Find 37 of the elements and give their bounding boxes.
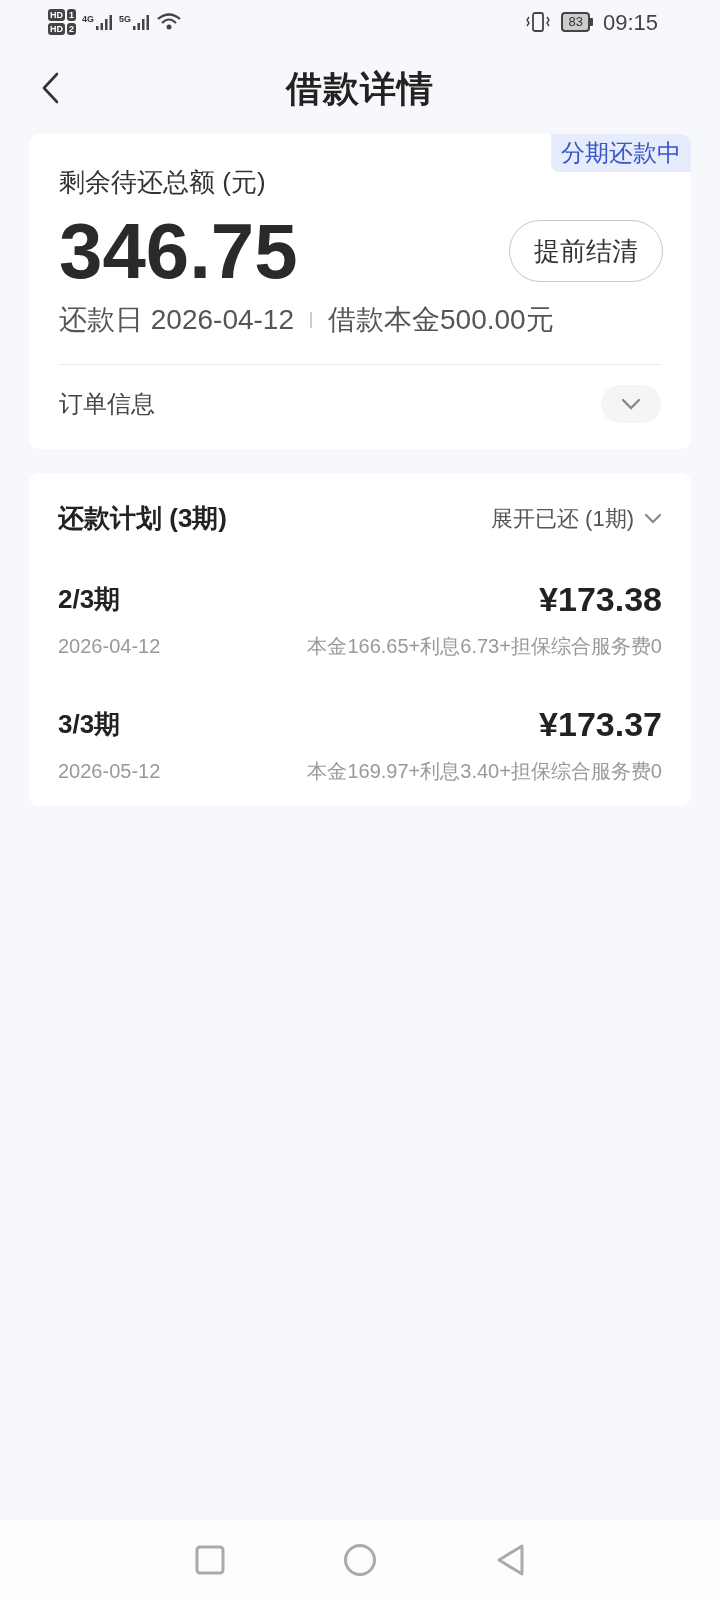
amount-breakdown: 本金166.65+利息6.73+担保综合服务费0 xyxy=(307,634,662,659)
home-icon[interactable] xyxy=(343,1543,377,1577)
loan-principal: 借款本金500.00元 xyxy=(328,303,554,337)
sim-slot: 2 xyxy=(67,23,76,35)
battery-level: 83 xyxy=(561,12,590,32)
period-label: 3/3期 xyxy=(58,708,121,741)
clock-time: 09:15 xyxy=(602,8,658,37)
order-info-label: 订单信息 xyxy=(59,389,155,419)
network-label: 4G xyxy=(82,15,95,24)
sim-badge: HD xyxy=(48,23,65,35)
page-title: 借款详情 xyxy=(286,67,434,111)
sim-badge: HD xyxy=(48,9,65,21)
battery-cap xyxy=(589,18,593,26)
sim-slot: 1 xyxy=(67,9,76,21)
status-tag: 分期还款中 xyxy=(551,134,691,172)
network-label: 5G xyxy=(119,15,132,24)
amount-label: 剩余待还总额 (元) xyxy=(59,166,267,199)
back-icon xyxy=(41,72,59,104)
wifi-icon xyxy=(156,12,183,32)
remaining-amount: 346.75 xyxy=(59,208,298,294)
expand-button[interactable] xyxy=(601,385,661,423)
chevron-down-icon xyxy=(621,398,641,410)
chevron-down-icon xyxy=(644,513,662,524)
installment-amount: ¥173.38 xyxy=(539,579,662,620)
vibrate-icon xyxy=(525,11,552,33)
installment-amount: ¥173.37 xyxy=(539,704,662,745)
due-date: 2026-05-12 xyxy=(58,759,161,784)
due-date: 2026-04-12 xyxy=(58,634,161,659)
plan-title: 还款计划 (3期) xyxy=(58,502,227,535)
signal-icon xyxy=(95,13,114,31)
period-label: 2/3期 xyxy=(58,583,121,616)
signal-icon xyxy=(132,13,151,31)
expand-paid-toggle[interactable]: 展开已还 (1期) xyxy=(491,502,662,535)
amount-breakdown: 本金169.97+利息3.40+担保综合服务费0 xyxy=(307,759,662,784)
due-date: 还款日 2026-04-12 xyxy=(59,303,294,337)
recent-apps-icon[interactable] xyxy=(195,1545,225,1575)
back-icon[interactable] xyxy=(495,1543,525,1577)
